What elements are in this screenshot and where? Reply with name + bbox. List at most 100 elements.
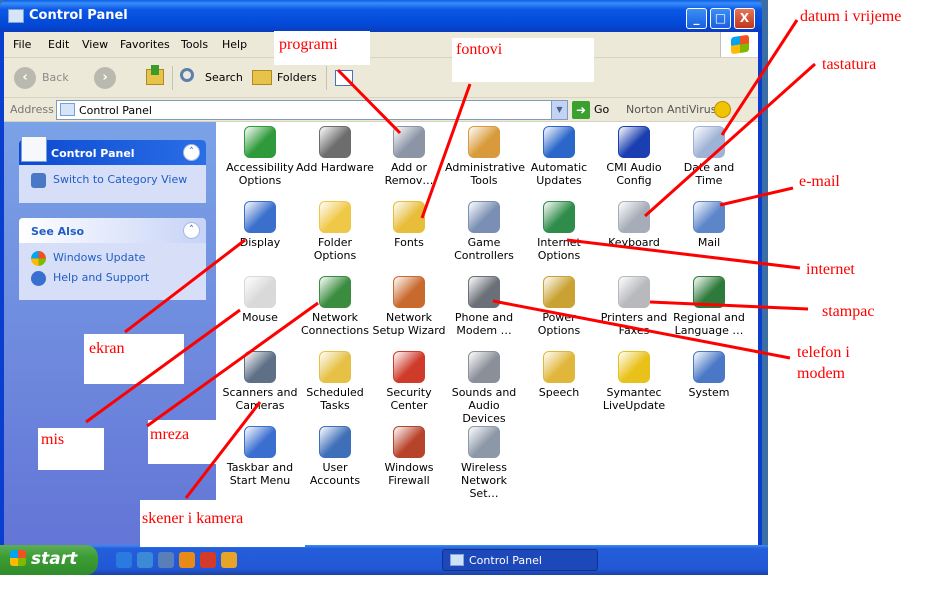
collapse-chevron-icon[interactable]: ˄: [183, 144, 200, 161]
see-also-header[interactable]: See Also ˄: [19, 218, 206, 243]
annotation-datum-i-vrijeme: datum i vrijeme: [800, 8, 901, 25]
norton-antivirus-label[interactable]: Norton AntiVirus: [626, 103, 716, 116]
cp-item[interactable]: Game Controllers: [445, 201, 523, 262]
menu-favorites[interactable]: Favorites: [120, 38, 170, 51]
cp-item[interactable]: Folder Options: [296, 201, 374, 262]
norton-icon[interactable]: [714, 101, 731, 118]
cp-item-label: Add or Remov…: [384, 161, 434, 187]
address-field[interactable]: Control Panel ▼: [56, 100, 568, 120]
cp-item-label: Fonts: [394, 236, 424, 249]
search-button[interactable]: Search: [178, 66, 244, 90]
windows-logo: [720, 32, 758, 57]
control-panel-icon: [8, 9, 24, 23]
cp-item[interactable]: Regional and Language …: [670, 276, 748, 337]
administrative-tools-icon: [468, 126, 500, 158]
cp-item-label: Windows Firewall: [384, 461, 434, 487]
cp-item[interactable]: Speech: [520, 351, 598, 399]
cp-item[interactable]: Add or Remov…: [370, 126, 448, 187]
toolbar: ‹ Back › Search Folders: [4, 58, 758, 98]
cp-item-label: Power Options: [537, 311, 581, 337]
start-button[interactable]: start: [0, 545, 98, 575]
menu-help[interactable]: Help: [222, 38, 247, 51]
cp-item[interactable]: Wireless Network Set…: [445, 426, 523, 500]
window-title: Control Panel: [29, 8, 128, 23]
windows-update-link[interactable]: Windows Update: [31, 251, 194, 266]
go-arrow-icon: ➜: [572, 101, 590, 119]
collapse-chevron-icon[interactable]: ˄: [183, 222, 200, 239]
close-button[interactable]: X: [734, 8, 755, 29]
symantec-liveupdate-icon: [618, 351, 650, 383]
cp-item[interactable]: Fonts: [370, 201, 448, 249]
cp-item[interactable]: Network Connections: [296, 276, 374, 337]
annotation-telefon-i: telefon i: [797, 344, 850, 361]
media-player-icon[interactable]: [179, 552, 195, 568]
sounds-audio-icon: [468, 351, 500, 383]
cp-item[interactable]: Network Setup Wizard: [370, 276, 448, 337]
cp-item[interactable]: System: [670, 351, 748, 399]
menu-view[interactable]: View: [82, 38, 108, 51]
cp-item[interactable]: Automatic Updates: [520, 126, 598, 187]
cp-item[interactable]: Symantec LiveUpdate: [595, 351, 673, 412]
cp-item[interactable]: User Accounts: [296, 426, 374, 487]
see-also-panel: See Also ˄ Windows Update Help and Suppo…: [19, 218, 206, 300]
control-panel-panel-header[interactable]: Control Panel ˄: [19, 136, 206, 165]
address-dropdown-button[interactable]: ▼: [551, 101, 567, 119]
show-desktop-icon[interactable]: [158, 552, 174, 568]
cp-item[interactable]: Administrative Tools: [445, 126, 525, 187]
menu-edit[interactable]: Edit: [48, 38, 69, 51]
control-panel-icon: [450, 554, 464, 566]
taskbar-button-control-panel[interactable]: Control Panel: [442, 549, 598, 571]
help-and-support-link[interactable]: Help and Support: [31, 271, 194, 286]
game-controllers-icon: [468, 201, 500, 233]
cp-item[interactable]: Taskbar and Start Menu: [221, 426, 299, 487]
cp-item[interactable]: Windows Firewall: [370, 426, 448, 487]
help-and-support-label: Help and Support: [53, 271, 150, 284]
mouse-icon: [244, 276, 276, 308]
internet-explorer-icon[interactable]: [116, 552, 132, 568]
cp-item[interactable]: Display: [221, 201, 299, 249]
printers-faxes-icon: [618, 276, 650, 308]
cp-item[interactable]: Sounds and Audio Devices: [445, 351, 523, 425]
cp-item[interactable]: Mouse: [221, 276, 299, 324]
forward-arrow-icon: ›: [94, 67, 116, 89]
back-label: Back: [42, 71, 69, 84]
views-button[interactable]: [332, 66, 364, 90]
cp-item[interactable]: Accessibility Options: [221, 126, 299, 187]
menu-tools[interactable]: Tools: [181, 38, 208, 51]
cp-item-label: Taskbar and Start Menu: [226, 461, 294, 487]
cp-item[interactable]: Security Center: [370, 351, 448, 412]
control-panel-panel: Control Panel ˄ Switch to Category View: [19, 136, 206, 203]
toolbar-separator: [326, 66, 327, 90]
cp-item[interactable]: Scanners and Cameras: [221, 351, 299, 412]
minimize-button[interactable]: _: [686, 8, 707, 29]
cp-item-label: Scanners and Cameras: [222, 386, 298, 412]
up-folder-button[interactable]: [144, 65, 168, 90]
cp-item[interactable]: Internet Options: [520, 201, 598, 262]
folders-button[interactable]: Folders: [250, 66, 320, 90]
keyboard-icon: [618, 201, 650, 233]
clock-icon[interactable]: [221, 552, 237, 568]
cp-item[interactable]: Power Options: [520, 276, 598, 337]
cp-item[interactable]: Date and Time: [670, 126, 748, 187]
acrobat-icon[interactable]: [200, 552, 216, 568]
maximize-button[interactable]: □: [710, 8, 731, 29]
windows-flag-icon: [10, 550, 26, 566]
cp-item[interactable]: Phone and Modem …: [445, 276, 523, 337]
forward-button[interactable]: ›: [94, 66, 134, 90]
cp-item-label: Mouse: [242, 311, 278, 324]
title-bar[interactable]: Control Panel _ □ X: [0, 0, 762, 32]
cp-item[interactable]: Scheduled Tasks: [296, 351, 374, 412]
cp-item[interactable]: CMI Audio Config: [595, 126, 673, 187]
content-area: Control Panel ˄ Switch to Category View …: [4, 122, 758, 545]
cp-item[interactable]: Add Hardware: [296, 126, 374, 174]
outlook-express-icon[interactable]: [137, 552, 153, 568]
automatic-updates-icon: [543, 126, 575, 158]
category-view-icon: [31, 173, 46, 188]
cp-item[interactable]: Keyboard: [595, 201, 673, 249]
cp-item[interactable]: Printers and Faxes: [595, 276, 673, 337]
back-button[interactable]: ‹ Back: [14, 66, 78, 90]
cp-item[interactable]: Mail: [670, 201, 748, 249]
menu-file[interactable]: File: [13, 38, 31, 51]
switch-to-category-view-link[interactable]: Switch to Category View: [31, 173, 194, 188]
cp-item-label: Scheduled Tasks: [306, 386, 364, 412]
